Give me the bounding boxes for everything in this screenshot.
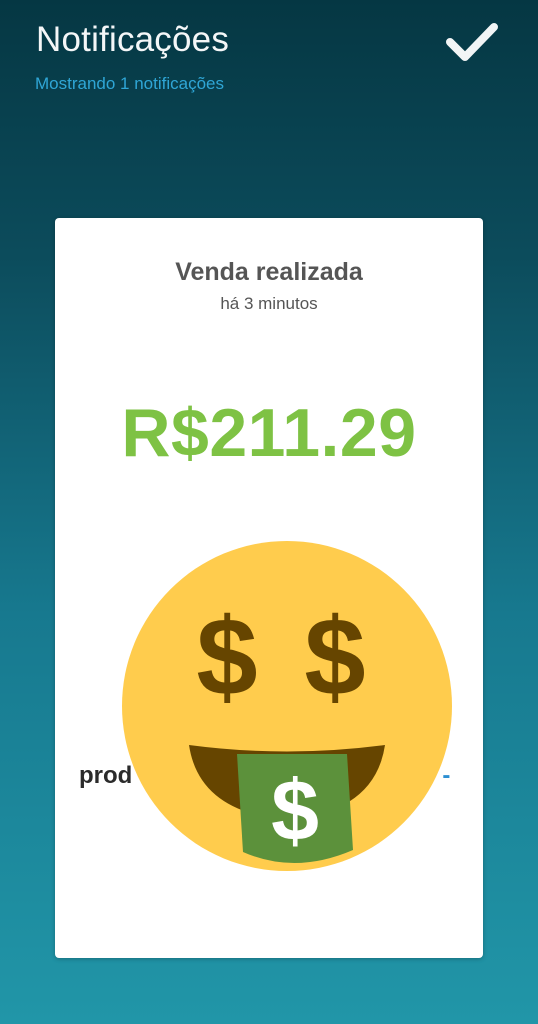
dollar-eye-right: $: [304, 596, 365, 719]
check-icon: [446, 23, 498, 61]
notification-title: Venda realizada: [175, 258, 363, 286]
dollar-tongue-sign: $: [271, 763, 319, 859]
notification-count: Mostrando 1 notificações: [35, 74, 224, 93]
sale-amount: R$211.29: [121, 395, 417, 471]
notification-time: há 3 minutos: [220, 294, 318, 313]
dollar-eye-left: $: [196, 596, 257, 719]
confirm-button[interactable]: [444, 18, 500, 66]
page-title: Notificações: [36, 20, 230, 59]
money-mouth-face-emoji: $ $ $: [122, 541, 452, 871]
